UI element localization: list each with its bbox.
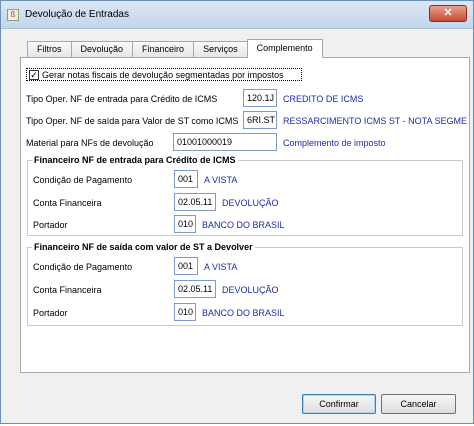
fin-entrada-conta-desc: DEVOLUÇÃO xyxy=(222,198,279,208)
fin-saida-condicao-label: Condição de Pagamento xyxy=(33,262,133,272)
confirm-button[interactable]: Confirmar xyxy=(302,394,376,414)
fin-saida-conta-field[interactable]: 02.05.11 xyxy=(174,280,216,298)
oper-entrada-field[interactable]: 120.1J xyxy=(243,89,277,107)
tab-filtros[interactable]: Filtros xyxy=(27,41,72,58)
fin-saida-portador-field[interactable]: 010 xyxy=(174,303,196,321)
fin-saida-condicao-field[interactable]: 001 xyxy=(174,257,198,275)
fin-entrada-title: Financeiro NF de entrada para Crédito de… xyxy=(32,155,238,165)
tab-financeiro[interactable]: Financeiro xyxy=(132,41,195,58)
tab-complemento[interactable]: Complemento xyxy=(246,39,323,58)
fin-saida-conta-desc: DEVOLUÇÃO xyxy=(222,285,279,295)
title-bar[interactable]: ß Devolução de Entradas ✕ xyxy=(1,1,473,29)
tab-devolucao[interactable]: Devolução xyxy=(70,41,134,58)
fin-saida-conta-label: Conta Financeira xyxy=(33,285,102,295)
tab-servicos[interactable]: Serviços xyxy=(193,41,248,58)
app-icon: ß xyxy=(7,9,19,21)
segmentation-option[interactable]: ✓ Gerar notas fiscais de devolução segme… xyxy=(26,68,302,81)
fin-entrada-condicao-field[interactable]: 001 xyxy=(174,170,198,188)
oper-saida-field[interactable]: 6RI.ST xyxy=(243,111,277,129)
fin-saida-portador-desc: BANCO DO BRASIL xyxy=(202,308,285,318)
close-button[interactable]: ✕ xyxy=(429,5,467,22)
tab-strip: Filtros Devolução Financeiro Serviços Co… xyxy=(27,39,323,58)
fin-entrada-condicao-label: Condição de Pagamento xyxy=(33,175,133,185)
fin-saida-condicao-desc: A VISTA xyxy=(204,262,238,272)
cancel-button[interactable]: Cancelar xyxy=(381,394,456,414)
material-desc: Complemento de imposto xyxy=(283,138,386,148)
oper-entrada-desc: CREDITO DE ICMS xyxy=(283,94,364,104)
fin-entrada-portador-label: Portador xyxy=(33,220,68,230)
fin-entrada-conta-field[interactable]: 02.05.11 xyxy=(174,193,216,211)
oper-saida-label: Tipo Oper. NF de saída para Valor de ST … xyxy=(26,116,239,126)
fin-entrada-condicao-desc: A VISTA xyxy=(204,175,238,185)
segmentation-checkbox[interactable]: ✓ xyxy=(29,70,39,80)
fin-saida-title: Financeiro NF de saída com valor de ST a… xyxy=(32,242,255,252)
fin-saida-group: Financeiro NF de saída com valor de ST a… xyxy=(27,242,463,326)
material-field[interactable]: 01001000019 xyxy=(173,133,277,151)
fin-entrada-portador-desc: BANCO DO BRASIL xyxy=(202,220,285,230)
dialog-window: ß Devolução de Entradas ✕ Filtros Devolu… xyxy=(0,0,474,424)
fin-entrada-group: Financeiro NF de entrada para Crédito de… xyxy=(27,155,463,236)
fin-entrada-portador-field[interactable]: 010 xyxy=(174,215,196,233)
oper-entrada-label: Tipo Oper. NF de entrada para Crédito de… xyxy=(26,94,218,104)
window-title: Devolução de Entradas xyxy=(25,9,129,20)
complemento-panel: ✓ Gerar notas fiscais de devolução segme… xyxy=(20,57,470,373)
material-label: Material para NFs de devolução xyxy=(26,138,154,148)
fin-entrada-conta-label: Conta Financeira xyxy=(33,198,102,208)
fin-saida-portador-label: Portador xyxy=(33,308,68,318)
segmentation-label: Gerar notas fiscais de devolução segment… xyxy=(42,70,284,80)
oper-saida-desc: RESSARCIMENTO ICMS ST - NOTA SEGME xyxy=(283,116,468,126)
